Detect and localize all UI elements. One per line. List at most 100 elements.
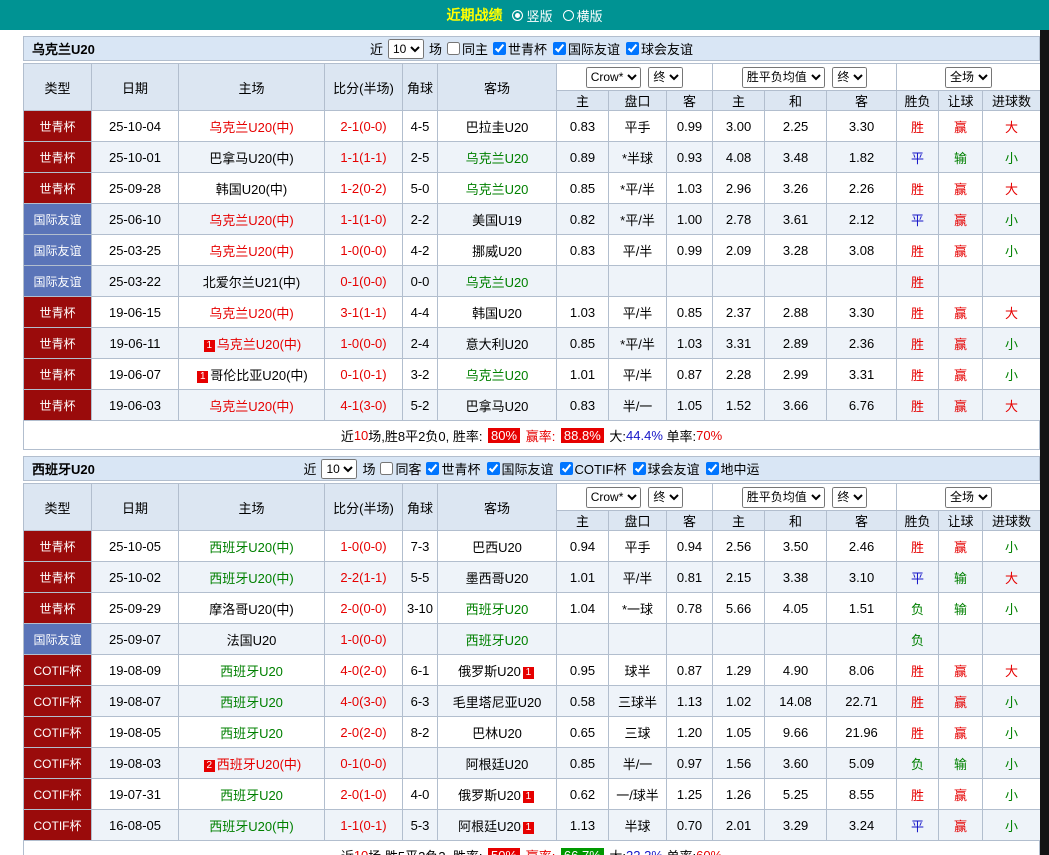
league-checkbox[interactable]: [626, 42, 639, 55]
score-cell[interactable]: 0-1(0-0): [325, 266, 403, 297]
score-cell[interactable]: 1-1(0-1): [325, 810, 403, 841]
away-team-cell[interactable]: 西班牙U20: [438, 593, 557, 624]
horizontal-layout-radio[interactable]: [563, 10, 574, 21]
away-team-cell[interactable]: 乌克兰U20: [438, 359, 557, 390]
home-team-cell[interactable]: 西班牙U20: [179, 717, 325, 748]
score-cell[interactable]: 0-1(0-0): [325, 748, 403, 779]
score-cell[interactable]: 1-2(0-2): [325, 173, 403, 204]
home-team-cell[interactable]: 西班牙U20(中): [179, 531, 325, 562]
vertical-layout-radio[interactable]: [512, 10, 523, 21]
score-cell[interactable]: 3-1(1-1): [325, 297, 403, 328]
away-team-cell[interactable]: 墨西哥U20: [438, 562, 557, 593]
league-checkbox[interactable]: [553, 42, 566, 55]
away-team-cell[interactable]: 美国U19: [438, 204, 557, 235]
away-team-cell[interactable]: 巴拉圭U20: [438, 111, 557, 142]
league-filter[interactable]: 国际友谊: [553, 39, 620, 58]
home-team-cell[interactable]: 乌克兰U20(中): [179, 390, 325, 421]
recent-count-select[interactable]: 10: [321, 459, 357, 479]
final-odds-select[interactable]: 终: [832, 67, 867, 88]
away-team-cell[interactable]: 俄罗斯U201: [438, 655, 557, 686]
away-team-cell[interactable]: 毛里塔尼亚U20: [438, 686, 557, 717]
score-cell[interactable]: 4-1(3-0): [325, 390, 403, 421]
score-cell[interactable]: 2-2(1-1): [325, 562, 403, 593]
away-team-cell[interactable]: 乌克兰U20: [438, 173, 557, 204]
league-checkbox[interactable]: [493, 42, 506, 55]
scope-select[interactable]: 全场: [945, 67, 992, 88]
league-filter[interactable]: 国际友谊: [487, 459, 554, 478]
away-team-cell[interactable]: 巴西U20: [438, 531, 557, 562]
home-team-cell[interactable]: 乌克兰U20(中): [179, 297, 325, 328]
score-cell[interactable]: 2-0(0-0): [325, 593, 403, 624]
final-odds-select[interactable]: 终: [832, 487, 867, 508]
away-team-cell[interactable]: 乌克兰U20: [438, 142, 557, 173]
home-team-cell[interactable]: 西班牙U20: [179, 779, 325, 810]
odds-source-select[interactable]: Crow*: [586, 487, 641, 508]
away-team-cell[interactable]: 挪威U20: [438, 235, 557, 266]
score-cell[interactable]: 2-0(1-0): [325, 779, 403, 810]
home-team-cell[interactable]: 乌克兰U20(中): [179, 235, 325, 266]
score-cell[interactable]: 1-0(0-0): [325, 531, 403, 562]
score-cell[interactable]: 1-1(1-0): [325, 204, 403, 235]
league-checkbox[interactable]: [487, 462, 500, 475]
home-team-cell[interactable]: 西班牙U20(中): [179, 810, 325, 841]
final-odds-select[interactable]: 终: [648, 67, 683, 88]
league-filter[interactable]: COTIF杯: [560, 459, 627, 478]
score-cell[interactable]: 0-1(0-1): [325, 359, 403, 390]
score-cell[interactable]: 1-0(0-0): [325, 624, 403, 655]
home-team-cell[interactable]: 1哥伦比亚U20(中): [179, 359, 325, 390]
league-filter[interactable]: 世青杯: [426, 459, 480, 478]
score-cell[interactable]: 1-0(0-0): [325, 235, 403, 266]
league-filter[interactable]: 世青杯: [493, 39, 547, 58]
recent-count-select[interactable]: 10: [388, 39, 424, 59]
home-team-cell[interactable]: 2西班牙U20(中): [179, 748, 325, 779]
league-checkbox[interactable]: [633, 462, 646, 475]
score-cell[interactable]: 2-0(2-0): [325, 717, 403, 748]
wdl-mean-select[interactable]: 胜平负均值: [742, 487, 825, 508]
league-checkbox[interactable]: [706, 462, 719, 475]
away-team-cell[interactable]: 阿根廷U201: [438, 810, 557, 841]
away-team-cell[interactable]: 阿根廷U20: [438, 748, 557, 779]
away-team-cell[interactable]: 意大利U20: [438, 328, 557, 359]
home-team-cell[interactable]: 西班牙U20: [179, 655, 325, 686]
away-team-cell[interactable]: 巴拿马U20: [438, 390, 557, 421]
home-team-cell[interactable]: 巴拿马U20(中): [179, 142, 325, 173]
layout-option-horizontal[interactable]: 横版: [563, 6, 603, 25]
asia-odds-cell: 0.93: [667, 142, 713, 173]
home-team-cell[interactable]: 韩国U20(中): [179, 173, 325, 204]
away-team-cell[interactable]: 巴林U20: [438, 717, 557, 748]
home-team-cell[interactable]: 乌克兰U20(中): [179, 111, 325, 142]
home-team-cell[interactable]: 乌克兰U20(中): [179, 204, 325, 235]
layout-option-vertical[interactable]: 竖版: [512, 6, 552, 25]
col-goals: 进球数: [983, 511, 1041, 531]
final-odds-select[interactable]: 终: [648, 487, 683, 508]
score-cell[interactable]: 4-0(2-0): [325, 655, 403, 686]
wdl-mean-select[interactable]: 胜平负均值: [742, 67, 825, 88]
home-team-cell[interactable]: 西班牙U20(中): [179, 562, 325, 593]
same-venue-filter[interactable]: 同主: [447, 39, 488, 58]
score-cell[interactable]: 1-0(0-0): [325, 328, 403, 359]
score-cell[interactable]: 2-1(0-0): [325, 111, 403, 142]
away-team-cell[interactable]: 韩国U20: [438, 297, 557, 328]
odds-source-select[interactable]: Crow*: [586, 67, 641, 88]
same-venue-checkbox[interactable]: [447, 42, 460, 55]
home-team-cell[interactable]: 摩洛哥U20(中): [179, 593, 325, 624]
home-team-cell[interactable]: 法国U20: [179, 624, 325, 655]
same-venue-filter[interactable]: 同客: [380, 459, 421, 478]
scope-select[interactable]: 全场: [945, 487, 992, 508]
summary-segment: 80%: [488, 428, 520, 443]
league-checkbox[interactable]: [560, 462, 573, 475]
score-cell[interactable]: 1-1(1-1): [325, 142, 403, 173]
away-team-cell[interactable]: 乌克兰U20: [438, 266, 557, 297]
league-filter[interactable]: 球会友谊: [633, 459, 700, 478]
home-team-cell[interactable]: 1乌克兰U20(中): [179, 328, 325, 359]
home-team-cell[interactable]: 西班牙U20: [179, 686, 325, 717]
league-filter[interactable]: 球会友谊: [626, 39, 693, 58]
league-filter[interactable]: 地中运: [706, 459, 760, 478]
score-cell[interactable]: 4-0(3-0): [325, 686, 403, 717]
home-team-cell[interactable]: 北爱尔兰U21(中): [179, 266, 325, 297]
home-team-name: 西班牙U20: [220, 788, 283, 803]
league-checkbox[interactable]: [426, 462, 439, 475]
same-venue-checkbox[interactable]: [380, 462, 393, 475]
away-team-cell[interactable]: 西班牙U20: [438, 624, 557, 655]
away-team-cell[interactable]: 俄罗斯U201: [438, 779, 557, 810]
